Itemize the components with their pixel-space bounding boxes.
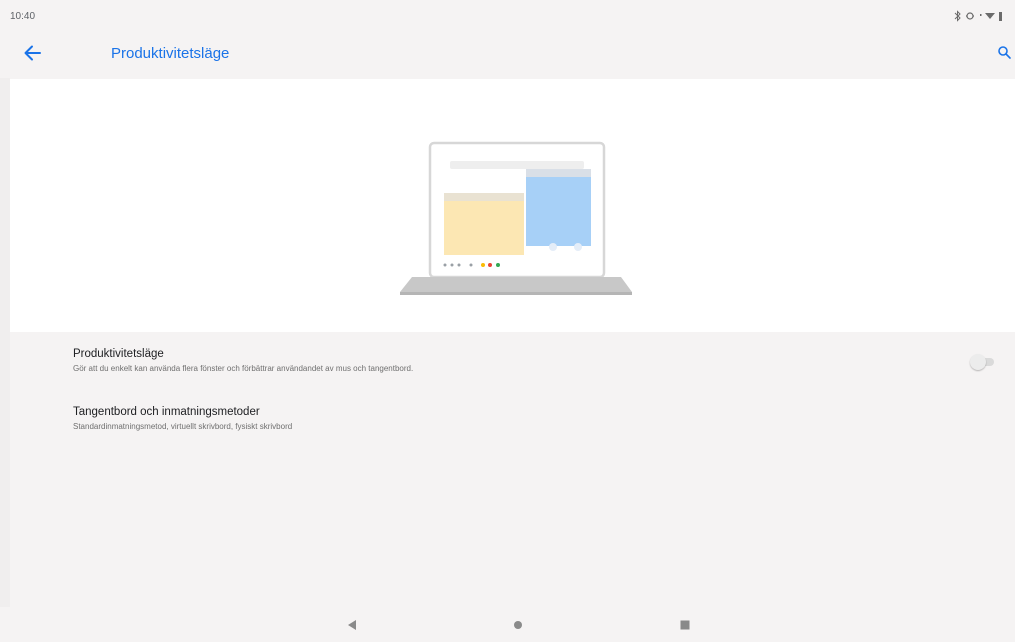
laptop-illustration [400,141,632,295]
bluetooth-icon [954,10,961,22]
recents-square-icon [680,620,690,630]
laptop-base-edge [400,292,632,295]
status-icon-group [954,10,1002,22]
nav-home-button[interactable] [505,614,531,636]
arrow-left-icon [24,45,41,61]
blue-window-dot-2 [574,243,582,251]
setting-keyboard-input[interactable]: Tangentbord och inmatningsmetoder Standa… [73,406,953,431]
status-icons [953,10,1011,25]
page-title: Produktivitetsläge [111,45,230,62]
setting-subtitle: Standardinmatningsmetod, virtuellt skriv… [73,422,293,431]
status-time: 10:40 [10,11,36,22]
home-circle-icon [514,621,522,629]
settings-list: Produktivitetsläge Gör att du enkelt kan… [10,332,1015,607]
blue-window-titlebar [526,169,591,177]
sync-icon [966,12,974,20]
setting-title: Tangentbord och inmatningsmetoder [73,406,260,418]
back-button[interactable] [18,38,48,68]
signal-icon [980,14,982,16]
toggle-thumb [970,354,986,370]
setting-subtitle: Gör att du enkelt kan använda flera föns… [73,364,414,373]
productivity-mode-toggle[interactable] [970,354,1000,370]
nav-recents-button[interactable] [672,614,698,636]
nav-back-button[interactable] [339,614,365,636]
hero-illustration-panel [10,79,1015,332]
system-nav-bar [0,607,1015,642]
yellow-window [444,193,524,255]
blue-window [526,169,591,246]
battery-icon [999,12,1002,21]
yellow-window-titlebar [444,193,524,201]
laptop-screen-topbar [450,161,584,169]
setting-productivity-mode[interactable]: Produktivitetsläge Gör att du enkelt kan… [73,348,953,373]
left-edge-strip [0,78,10,607]
status-bar: 10:40 [0,0,1015,30]
setting-title: Produktivitetsläge [73,348,164,360]
blue-window-dot-1 [549,243,557,251]
app-bar: Produktivitetsläge [0,30,1015,78]
laptop-base [400,277,632,292]
wifi-icon [985,13,995,19]
search-button[interactable] [997,43,1015,63]
back-triangle-icon [348,620,356,630]
search-icon [998,46,1011,59]
